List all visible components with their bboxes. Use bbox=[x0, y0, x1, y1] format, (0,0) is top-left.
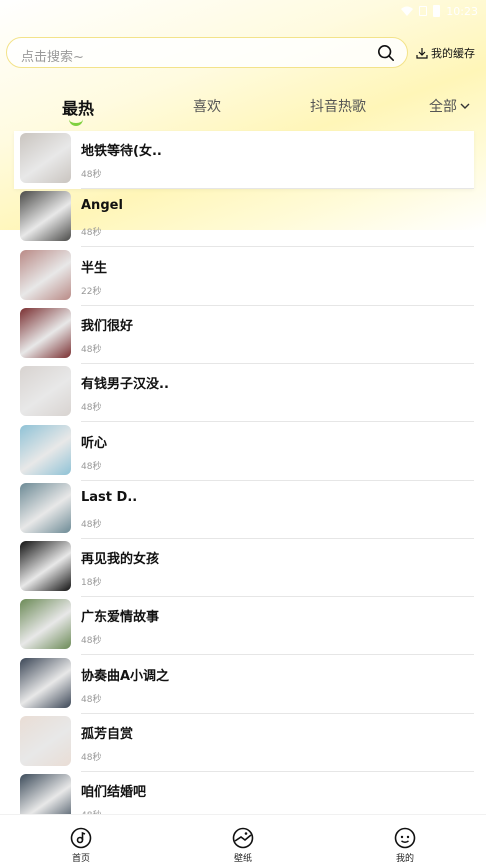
album-cover-image bbox=[20, 307, 71, 358]
list-item[interactable]: 半生 22秒 bbox=[14, 248, 474, 306]
song-duration: 48秒 bbox=[81, 753, 102, 763]
song-duration: 48秒 bbox=[81, 636, 102, 647]
list-item[interactable]: 我们很好 48秒 bbox=[14, 306, 474, 364]
list-item[interactable]: 听心 48秒 bbox=[14, 423, 474, 481]
song-title: Angel bbox=[81, 198, 123, 214]
song-duration: 18秒 bbox=[81, 578, 102, 589]
song-list: 地铁等待(女.. 48秒 Angel 48秒 半生 22秒 我们很好 48秒 有钱男子汉没.. 4… bbox=[0, 130, 486, 814]
album-cover-image bbox=[20, 424, 71, 475]
wallpaper-icon bbox=[232, 827, 254, 849]
sim-icon bbox=[419, 6, 428, 16]
song-duration: 48秒 bbox=[81, 228, 102, 239]
song-title: 孤芳自赏 bbox=[81, 727, 134, 742]
list-item[interactable]: 咱们结婚吧48秒 bbox=[14, 772, 474, 814]
tab-all[interactable]: 全部 bbox=[429, 96, 471, 116]
song-title: 协奏曲A小调之 bbox=[81, 668, 170, 684]
list-item[interactable]: 协奏曲A小调之 48秒 bbox=[14, 656, 474, 714]
song-duration: 48秒 bbox=[81, 519, 102, 530]
song-duration: 22秒 bbox=[81, 286, 102, 297]
song-title: 有钱男子汉没.. bbox=[81, 377, 169, 393]
album-cover-image bbox=[20, 482, 71, 533]
status-time: 10:23 bbox=[446, 4, 478, 18]
song-title: Last D.. bbox=[81, 489, 138, 505]
album-cover-image bbox=[20, 774, 71, 814]
my-cache-label: 我的缓存 bbox=[431, 47, 475, 60]
search-row: 点击搜索~ 我的缓存 bbox=[0, 37, 486, 69]
song-duration: 48秒 bbox=[81, 694, 102, 705]
tab-douyin-hits[interactable]: 抖音热歌 bbox=[310, 96, 366, 116]
my-cache-button[interactable]: 我的缓存 bbox=[416, 44, 475, 62]
tab-like[interactable]: 喜欢 bbox=[193, 96, 221, 116]
profile-icon bbox=[394, 827, 416, 849]
home-icon bbox=[70, 827, 92, 849]
search-placeholder: 点击搜索~ bbox=[21, 50, 84, 65]
album-cover-image bbox=[20, 249, 71, 300]
song-duration: 48秒 bbox=[81, 403, 102, 414]
tab-hot[interactable]: 最热 bbox=[62, 95, 94, 119]
list-item[interactable]: 地铁等待(女.. 48秒 bbox=[14, 131, 474, 189]
list-item[interactable]: 广东爱情故事 48秒 bbox=[14, 597, 474, 656]
list-item[interactable]: 再见我的女孩 18秒 bbox=[14, 539, 474, 598]
bottom-nav: 首页 壁纸 我的 bbox=[0, 814, 486, 864]
song-duration: 48秒 bbox=[81, 170, 102, 180]
list-item[interactable]: 有钱男子汉没.. 48秒 bbox=[14, 364, 474, 423]
active-tab-indicator bbox=[69, 118, 83, 126]
album-cover-image bbox=[20, 599, 71, 650]
wifi-icon bbox=[401, 6, 414, 16]
song-duration: 48秒 bbox=[81, 344, 102, 355]
list-item[interactable]: 孤芳自赏 48秒 bbox=[14, 714, 474, 772]
nav-home[interactable]: 首页 bbox=[51, 827, 111, 864]
nav-wallpaper-label: 壁纸 bbox=[233, 854, 252, 864]
song-title: 广东爱情故事 bbox=[81, 610, 160, 626]
battery-icon bbox=[433, 5, 441, 17]
tab-all-label: 全部 bbox=[429, 99, 457, 115]
album-cover-image bbox=[20, 541, 71, 592]
nav-wallpaper[interactable]: 壁纸 bbox=[213, 827, 273, 864]
nav-profile[interactable]: 我的 bbox=[375, 827, 435, 864]
album-cover-image bbox=[20, 191, 71, 242]
search-icon[interactable] bbox=[377, 44, 395, 62]
song-title: 半生 bbox=[81, 260, 108, 276]
album-cover-image bbox=[20, 657, 71, 708]
song-duration: 48秒 bbox=[81, 461, 102, 472]
song-title: 咱们结婚吧 bbox=[81, 785, 147, 801]
album-cover-image bbox=[20, 716, 71, 766]
download-icon bbox=[416, 48, 428, 59]
song-title: 再见我的女孩 bbox=[81, 552, 160, 568]
song-title: 听心 bbox=[81, 435, 108, 451]
album-cover-image bbox=[20, 133, 71, 183]
nav-profile-label: 我的 bbox=[395, 854, 414, 864]
list-item[interactable]: Angel 48秒 bbox=[14, 189, 474, 248]
song-title: 地铁等待(女.. bbox=[81, 144, 162, 159]
chevron-down-icon bbox=[460, 103, 470, 109]
search-input[interactable]: 点击搜索~ bbox=[6, 37, 408, 68]
song-title: 我们很好 bbox=[81, 318, 134, 334]
status-bar: 10:23 bbox=[0, 0, 486, 22]
category-tabs: 最热 喜欢 抖音热歌 全部 bbox=[0, 96, 486, 130]
album-cover-image bbox=[20, 366, 71, 417]
nav-home-label: 首页 bbox=[71, 854, 90, 864]
list-item[interactable]: Last D.. 48秒 bbox=[14, 481, 474, 539]
